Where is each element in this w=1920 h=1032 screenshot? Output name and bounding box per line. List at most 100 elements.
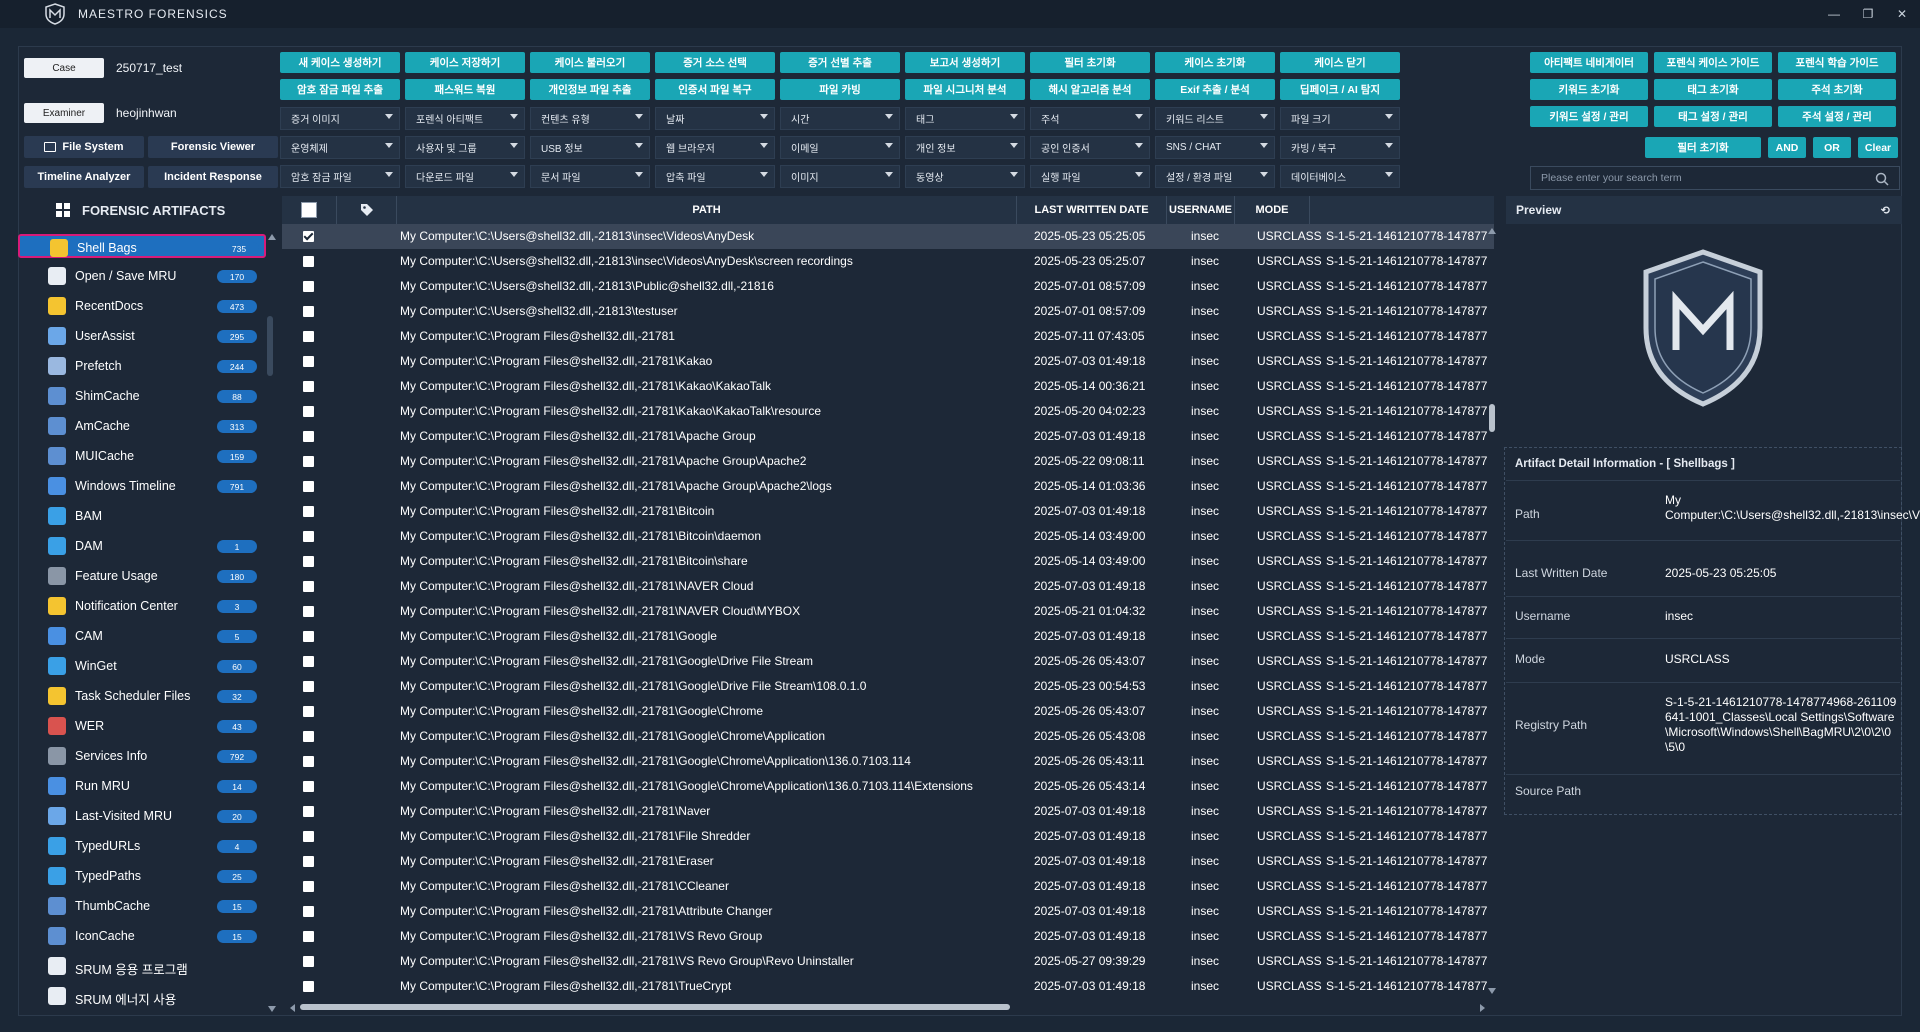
row-checkbox[interactable] <box>303 231 314 242</box>
table-row[interactable]: My Computer:\C:\Users@shell32.dll,-21813… <box>282 224 1494 249</box>
sidebar-item-prefetch[interactable]: Prefetch 244 <box>18 354 266 378</box>
toolbar-button-2[interactable]: 케이스 저장하기 <box>405 52 525 73</box>
table-row[interactable]: My Computer:\C:\Program Files@shell32.dl… <box>282 549 1494 574</box>
close-icon[interactable]: ✕ <box>1888 0 1916 28</box>
row-checkbox[interactable] <box>303 631 314 642</box>
toolbar-button-5[interactable]: 증거 선별 추출 <box>780 52 900 73</box>
table-row[interactable]: My Computer:\C:\Program Files@shell32.dl… <box>282 324 1494 349</box>
row-checkbox[interactable] <box>303 881 314 892</box>
path-column-header[interactable]: PATH <box>397 196 1017 224</box>
table-scroll-down-icon[interactable] <box>1488 988 1496 994</box>
sidebar-item-run-mru[interactable]: Run MRU 14 <box>18 774 266 798</box>
minimize-icon[interactable]: — <box>1820 0 1848 28</box>
filter-dropdown[interactable]: 주석 <box>1030 107 1150 130</box>
row-checkbox[interactable] <box>303 931 314 942</box>
table-row[interactable]: My Computer:\C:\Program Files@shell32.dl… <box>282 874 1494 899</box>
table-row[interactable]: My Computer:\C:\Program Files@shell32.dl… <box>282 899 1494 924</box>
incident-response-button[interactable]: Incident Response <box>148 166 278 188</box>
right-button-2[interactable]: 포렌식 케이스 가이드 <box>1654 52 1772 73</box>
filter-dropdown[interactable]: 이메일 <box>780 136 900 159</box>
table-row[interactable]: My Computer:\C:\Program Files@shell32.dl… <box>282 499 1494 524</box>
right-button-3[interactable]: 포렌식 학습 가이드 <box>1778 52 1896 73</box>
restore-icon[interactable]: ❐ <box>1854 0 1882 28</box>
table-row[interactable]: My Computer:\C:\Program Files@shell32.dl… <box>282 849 1494 874</box>
sidebar-item-services-info[interactable]: Services Info 792 <box>18 744 266 768</box>
timeline-analyzer-button[interactable]: Timeline Analyzer <box>24 166 144 188</box>
filter-dropdown[interactable]: 설정 / 환경 파일 <box>1155 165 1275 188</box>
right-button-8[interactable]: 태그 설정 / 관리 <box>1654 106 1772 127</box>
table-row[interactable]: My Computer:\C:\Program Files@shell32.dl… <box>282 574 1494 599</box>
table-row[interactable]: My Computer:\C:\Program Files@shell32.dl… <box>282 599 1494 624</box>
sidebar-item-typedpaths[interactable]: TypedPaths 25 <box>18 864 266 888</box>
table-row[interactable]: My Computer:\C:\Program Files@shell32.dl… <box>282 924 1494 949</box>
row-checkbox[interactable] <box>303 506 314 517</box>
toolbar-tool-button-7[interactable]: 해시 알고리즘 분석 <box>1030 79 1150 100</box>
file-system-button[interactable]: File System <box>24 136 144 158</box>
table-row[interactable]: My Computer:\C:\Program Files@shell32.dl… <box>282 624 1494 649</box>
row-checkbox[interactable] <box>303 381 314 392</box>
filter-dropdown[interactable]: 운영체제 <box>280 136 400 159</box>
sidebar-item-open-save-mru[interactable]: Open / Save MRU 170 <box>18 264 266 288</box>
table-vertical-scrollbar[interactable] <box>1488 228 1496 994</box>
toolbar-tool-button-6[interactable]: 파일 시그니처 분석 <box>905 79 1025 100</box>
right-button-1[interactable]: 아티팩트 네비게이터 <box>1530 52 1648 73</box>
table-row[interactable]: My Computer:\C:\Program Files@shell32.dl… <box>282 524 1494 549</box>
select-all-checkbox[interactable] <box>301 202 317 218</box>
toolbar-tool-button-3[interactable]: 개인정보 파일 추출 <box>530 79 650 100</box>
row-checkbox[interactable] <box>303 806 314 817</box>
table-scroll-thumb[interactable] <box>1489 404 1495 432</box>
row-checkbox[interactable] <box>303 756 314 767</box>
table-row[interactable]: My Computer:\C:\Program Files@shell32.dl… <box>282 399 1494 424</box>
sidebar-item-srum[interactable]: SRUM 에너지 사용 <box>18 984 266 1008</box>
filter-dropdown[interactable]: 카빙 / 복구 <box>1280 136 1400 159</box>
search-input[interactable]: Please enter your search term <box>1530 166 1900 190</box>
toolbar-tool-button-1[interactable]: 암호 잠금 파일 추출 <box>280 79 400 100</box>
scroll-right-icon[interactable] <box>1480 1004 1485 1012</box>
filter-dropdown[interactable]: 파일 크기 <box>1280 107 1400 130</box>
row-checkbox[interactable] <box>303 781 314 792</box>
mode-column-header[interactable]: MODE <box>1235 196 1310 224</box>
table-row[interactable]: My Computer:\C:\Users@shell32.dll,-21813… <box>282 249 1494 274</box>
filter-dropdown[interactable]: 압축 파일 <box>655 165 775 188</box>
row-checkbox[interactable] <box>303 656 314 667</box>
sidebar-item-srum[interactable]: SRUM 응용 프로그램 <box>18 954 266 978</box>
filter-dropdown[interactable]: 개인 정보 <box>905 136 1025 159</box>
right-button-4[interactable]: 키워드 초기화 <box>1530 79 1648 100</box>
filter-dropdown[interactable]: SNS / CHAT <box>1155 136 1275 159</box>
scroll-thumb[interactable] <box>267 316 273 376</box>
table-row[interactable]: My Computer:\C:\Program Files@shell32.dl… <box>282 424 1494 449</box>
filter-dropdown[interactable]: 키워드 리스트 <box>1155 107 1275 130</box>
table-row[interactable]: My Computer:\C:\Program Files@shell32.dl… <box>282 474 1494 499</box>
filter-dropdown[interactable]: USB 정보 <box>530 136 650 159</box>
row-checkbox[interactable] <box>303 306 314 317</box>
scroll-down-icon[interactable] <box>268 1006 276 1012</box>
row-checkbox[interactable] <box>303 456 314 467</box>
toolbar-tool-button-4[interactable]: 인증서 파일 복구 <box>655 79 775 100</box>
table-row[interactable]: My Computer:\C:\Program Files@shell32.dl… <box>282 799 1494 824</box>
toolbar-button-3[interactable]: 케이스 불러오기 <box>530 52 650 73</box>
row-checkbox[interactable] <box>303 281 314 292</box>
sidebar-item-shimcache[interactable]: ShimCache 88 <box>18 384 266 408</box>
sidebar-item-amcache[interactable]: AmCache 313 <box>18 414 266 438</box>
scroll-up-icon[interactable] <box>268 234 276 240</box>
row-checkbox[interactable] <box>303 856 314 867</box>
filter-reset-button[interactable]: 필터 초기화 <box>1645 137 1761 158</box>
row-checkbox[interactable] <box>303 431 314 442</box>
filter-dropdown[interactable]: 공인 인증서 <box>1030 136 1150 159</box>
row-checkbox[interactable] <box>303 706 314 717</box>
filter-dropdown[interactable]: 데이터베이스 <box>1280 165 1400 188</box>
sid-column-header[interactable] <box>1310 196 1494 224</box>
row-checkbox[interactable] <box>303 406 314 417</box>
row-checkbox[interactable] <box>303 831 314 842</box>
sidebar-item-typedurls[interactable]: TypedURLs 4 <box>18 834 266 858</box>
sidebar-item-dam[interactable]: DAM 1 <box>18 534 266 558</box>
toolbar-tool-button-2[interactable]: 패스워드 복원 <box>405 79 525 100</box>
table-row[interactable]: My Computer:\C:\Users@shell32.dll,-21813… <box>282 299 1494 324</box>
table-row[interactable]: My Computer:\C:\Program Files@shell32.dl… <box>282 724 1494 749</box>
sidebar-item-notification-center[interactable]: Notification Center 3 <box>18 594 266 618</box>
toolbar-button-1[interactable]: 새 케이스 생성하기 <box>280 52 400 73</box>
table-row[interactable]: My Computer:\C:\Program Files@shell32.dl… <box>282 774 1494 799</box>
or-button[interactable]: OR <box>1813 137 1851 158</box>
forensic-viewer-button[interactable]: Forensic Viewer <box>148 136 278 158</box>
sidebar-item-thumbcache[interactable]: ThumbCache 15 <box>18 894 266 918</box>
